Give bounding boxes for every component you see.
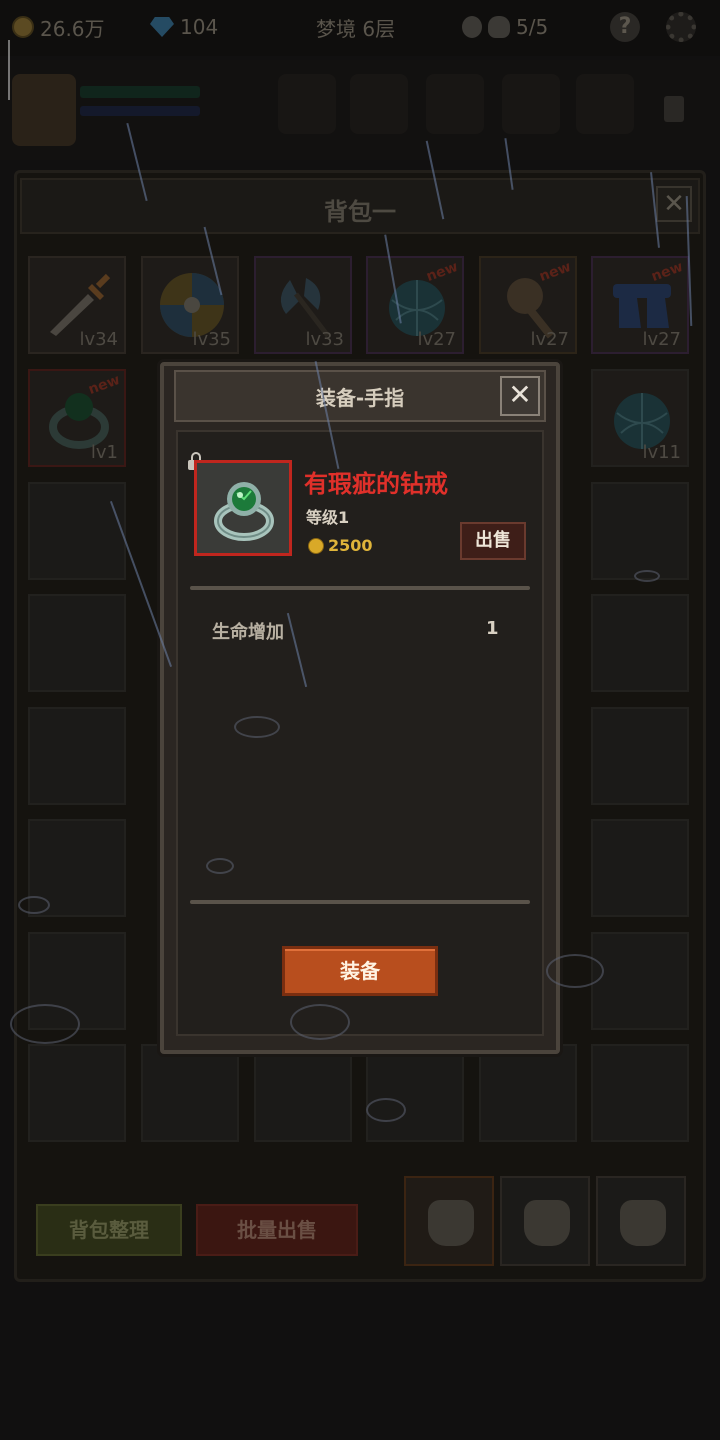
- mp-bar: [80, 106, 200, 116]
- bag-title: 背包一: [324, 198, 396, 226]
- inventory-slot[interactable]: lv34: [28, 256, 126, 354]
- floor-display: 梦境 6层: [316, 10, 395, 44]
- bag-tab-1[interactable]: [404, 1176, 494, 1266]
- gem-display: 104: [150, 10, 218, 44]
- inventory-slot[interactable]: lv11: [591, 369, 689, 467]
- game-screen: { "topbar": { "gold": "26.6万", "gems": "…: [0, 0, 720, 1440]
- avatar[interactable]: [12, 74, 76, 146]
- inventory-slot[interactable]: [28, 1044, 126, 1142]
- settings-button[interactable]: [666, 10, 696, 44]
- key-display: 5/5: [462, 10, 548, 44]
- floor-label: 梦境 6层: [316, 16, 396, 41]
- equip-slot[interactable]: [426, 74, 484, 134]
- sort-bag-button[interactable]: 背包整理: [36, 1204, 182, 1256]
- stat-name: 生命增加: [212, 622, 284, 643]
- bag-tab-3[interactable]: [596, 1176, 686, 1266]
- bag-icon: [428, 1200, 474, 1246]
- modal-close-button[interactable]: ✕: [500, 376, 540, 416]
- inventory-slot[interactable]: [28, 594, 126, 692]
- rain-ripple: [366, 1098, 406, 1122]
- gear-icon: [666, 12, 696, 42]
- modal-title: 装备-手指: [315, 386, 405, 410]
- equip-slot[interactable]: [350, 74, 408, 134]
- rain-ripple: [206, 858, 234, 874]
- item-level: lv34: [79, 329, 118, 350]
- inventory-slot[interactable]: [591, 707, 689, 805]
- item-portrait: [194, 460, 292, 556]
- bag-icon: [620, 1200, 666, 1246]
- inventory-slot[interactable]: new lv1: [28, 369, 126, 467]
- equip-slot[interactable]: [576, 74, 634, 134]
- item-level: 等级1: [306, 508, 350, 527]
- item-level: lv1: [90, 442, 118, 463]
- inventory-slot[interactable]: [591, 932, 689, 1030]
- key-icon: [462, 16, 482, 38]
- hp-bar: [80, 86, 200, 98]
- gold-amount: 26.6万: [40, 16, 105, 41]
- bag-tab-2[interactable]: [500, 1176, 590, 1266]
- inventory-slot[interactable]: lv33: [254, 256, 352, 354]
- gold-display: 26.6万: [12, 10, 105, 44]
- inventory-slot[interactable]: [591, 594, 689, 692]
- rain-streak: [8, 40, 10, 100]
- item-level: lv27: [642, 329, 681, 350]
- stat-value: 1: [486, 618, 499, 639]
- rain-ripple: [18, 896, 50, 914]
- item-price: 2500: [328, 536, 373, 555]
- lock-icon: [664, 96, 684, 122]
- skull-icon: [488, 16, 510, 38]
- bulk-sell-button[interactable]: 批量出售: [196, 1204, 358, 1256]
- inventory-slot[interactable]: [591, 1044, 689, 1142]
- inventory-slot[interactable]: lv35: [141, 256, 239, 354]
- equip-slot[interactable]: [278, 74, 336, 134]
- equip-slot[interactable]: [502, 74, 560, 134]
- inventory-slot[interactable]: [254, 1044, 352, 1142]
- inventory-slot[interactable]: new lv27: [366, 256, 464, 354]
- inventory-slot[interactable]: [28, 707, 126, 805]
- rain-ripple: [290, 1004, 350, 1040]
- rain-ripple: [10, 1004, 80, 1044]
- item-level: lv27: [530, 329, 569, 350]
- item-name: 有瑕疵的钻戒: [304, 470, 448, 498]
- rain-ripple: [546, 954, 604, 988]
- gem-icon: [150, 17, 174, 37]
- coin-icon: [308, 538, 324, 554]
- rain-ripple: [634, 570, 660, 582]
- bag-icon: [524, 1200, 570, 1246]
- equip-button[interactable]: 装备: [282, 946, 438, 996]
- help-icon: ?: [610, 12, 640, 42]
- inventory-slot[interactable]: [366, 1044, 464, 1142]
- help-button[interactable]: ?: [610, 10, 640, 44]
- inventory-slot[interactable]: new lv27: [479, 256, 577, 354]
- inventory-slot[interactable]: [591, 819, 689, 917]
- item-level: lv27: [417, 329, 456, 350]
- key-count: 5/5: [516, 15, 549, 39]
- inventory-slot[interactable]: [141, 1044, 239, 1142]
- item-level: lv35: [192, 329, 231, 350]
- sell-button[interactable]: 出售: [460, 522, 526, 560]
- divider: [190, 900, 530, 904]
- item-level: lv11: [642, 442, 681, 463]
- gem-amount: 104: [180, 15, 219, 39]
- top-bar: 26.6万 104 梦境 6层 5/5 ?: [0, 0, 720, 56]
- inventory-slot[interactable]: [28, 482, 126, 580]
- divider: [190, 586, 530, 590]
- coin-icon: [12, 16, 34, 38]
- inventory-slot[interactable]: [479, 1044, 577, 1142]
- rain-ripple: [234, 716, 280, 738]
- inventory-slot[interactable]: [591, 482, 689, 580]
- item-level: lv33: [305, 329, 344, 350]
- emerald-ring-icon: [214, 482, 274, 541]
- inventory-slot[interactable]: new lv27: [591, 256, 689, 354]
